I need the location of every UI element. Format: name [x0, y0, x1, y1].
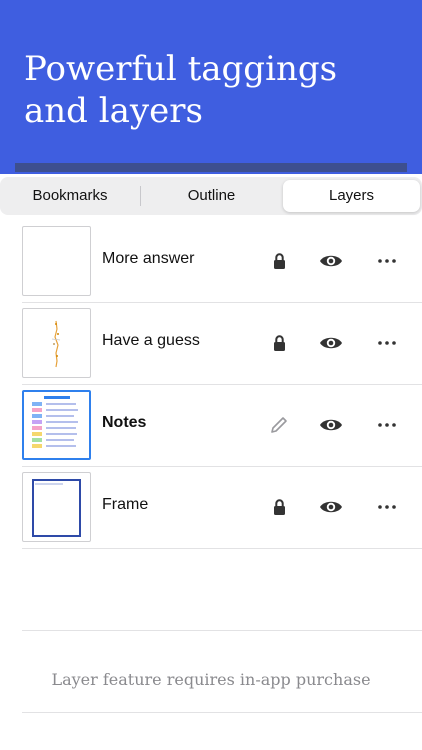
layer-row-selected[interactable]: Notes: [22, 384, 422, 467]
layer-name: More answer: [102, 250, 195, 267]
eye-icon[interactable]: [318, 332, 344, 354]
tab-outline[interactable]: Outline: [141, 177, 282, 215]
divider: [22, 630, 422, 631]
frame-thumbnail-icon: [32, 479, 81, 537]
eye-icon[interactable]: [318, 414, 344, 436]
tab-layers[interactable]: Layers: [283, 180, 420, 212]
layer-thumbnail[interactable]: [22, 472, 91, 542]
lock-icon[interactable]: [268, 332, 290, 354]
header-divider-bar: [15, 163, 407, 172]
layer-row[interactable]: Have a guess: [22, 302, 422, 385]
notes-thumbnail-icon: [32, 396, 78, 448]
more-options-icon[interactable]: [376, 414, 398, 436]
divider: [22, 712, 422, 713]
eye-icon[interactable]: [318, 496, 344, 518]
more-options-icon[interactable]: [376, 332, 398, 354]
eye-icon[interactable]: [318, 250, 344, 272]
more-options-icon[interactable]: [376, 250, 398, 272]
lock-icon[interactable]: [268, 250, 290, 272]
more-options-icon[interactable]: [376, 496, 398, 518]
layer-thumbnail[interactable]: [22, 226, 91, 296]
promo-title: Powerful taggings and layers: [24, 49, 338, 131]
promo-header: Powerful taggings and layers: [0, 0, 422, 174]
layer-thumbnail[interactable]: [22, 308, 91, 378]
layer-name: Notes: [102, 414, 147, 431]
layer-row[interactable]: Frame: [22, 466, 422, 549]
layer-row[interactable]: More answer: [22, 220, 422, 303]
view-segmented-control: Bookmarks Outline Layers: [0, 177, 422, 215]
lock-icon[interactable]: [268, 496, 290, 518]
layer-thumbnail[interactable]: [22, 390, 91, 460]
sketch-thumbnail-icon: [51, 320, 61, 368]
layer-name: Have a guess: [102, 332, 200, 349]
tab-bookmarks[interactable]: Bookmarks: [0, 177, 140, 215]
purchase-notice: Layer feature requires in-app purchase: [51, 670, 371, 689]
pencil-icon[interactable]: [268, 414, 290, 436]
layer-name: Frame: [102, 496, 149, 513]
